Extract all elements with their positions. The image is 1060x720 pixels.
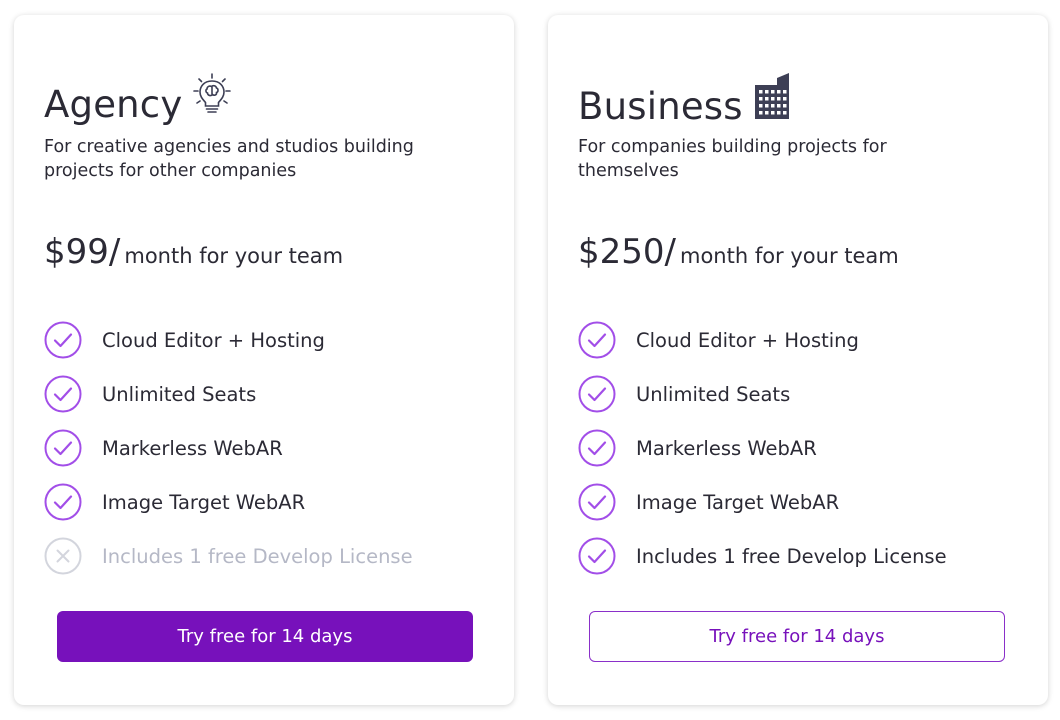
check-circle-icon bbox=[578, 375, 616, 413]
plan-title: Business bbox=[578, 85, 743, 128]
plan-price-suffix: month for your team bbox=[679, 244, 899, 268]
plan-description: For creative agencies and studios buildi… bbox=[44, 137, 414, 181]
feature-list: Cloud Editor + Hosting Unlimited Seats M… bbox=[578, 313, 947, 583]
plan-price: $250/ bbox=[578, 232, 676, 272]
check-circle-icon bbox=[44, 321, 82, 359]
feature-item: Includes 1 free Develop License bbox=[578, 529, 947, 583]
feature-item: Image Target WebAR bbox=[44, 475, 413, 529]
plan-title-row: Agency bbox=[44, 73, 232, 129]
plan-price-suffix: month for your team bbox=[124, 244, 344, 268]
plan-price: $99/ bbox=[44, 232, 121, 272]
feature-item: Unlimited Seats bbox=[578, 367, 947, 421]
check-circle-icon bbox=[578, 483, 616, 521]
check-circle-icon bbox=[44, 375, 82, 413]
x-circle-icon bbox=[44, 537, 82, 575]
feature-item: Image Target WebAR bbox=[578, 475, 947, 529]
office-building-icon bbox=[753, 73, 791, 123]
try-free-button[interactable]: Try free for 14 days bbox=[589, 611, 1005, 662]
lightbulb-icon bbox=[192, 73, 232, 121]
feature-item: Cloud Editor + Hosting bbox=[578, 313, 947, 367]
check-circle-icon bbox=[44, 429, 82, 467]
plan-price-row: $250/ month for your team bbox=[578, 230, 899, 274]
check-circle-icon bbox=[578, 321, 616, 359]
feature-label: Markerless WebAR bbox=[102, 436, 283, 460]
check-circle-icon bbox=[578, 537, 616, 575]
feature-item-disabled: Includes 1 free Develop License bbox=[44, 529, 413, 583]
feature-label: Cloud Editor + Hosting bbox=[102, 328, 325, 352]
feature-label: Unlimited Seats bbox=[636, 382, 791, 406]
feature-label: Cloud Editor + Hosting bbox=[636, 328, 859, 352]
plan-card-agency: Agency For creative agencies and studios… bbox=[14, 15, 514, 705]
plan-title: Agency bbox=[44, 83, 183, 126]
plan-title-row: Business bbox=[578, 73, 791, 131]
plan-card-business: Business For companies building projects… bbox=[548, 15, 1048, 705]
feature-label: Image Target WebAR bbox=[636, 490, 840, 514]
feature-list: Cloud Editor + Hosting Unlimited Seats M… bbox=[44, 313, 413, 583]
feature-item: Markerless WebAR bbox=[44, 421, 413, 475]
feature-label: Unlimited Seats bbox=[102, 382, 257, 406]
feature-label: Includes 1 free Develop License bbox=[102, 544, 413, 568]
feature-item: Unlimited Seats bbox=[44, 367, 413, 421]
feature-item: Cloud Editor + Hosting bbox=[44, 313, 413, 367]
check-circle-icon bbox=[44, 483, 82, 521]
plan-price-row: $99/ month for your team bbox=[44, 230, 343, 274]
feature-label: Markerless WebAR bbox=[636, 436, 817, 460]
feature-label: Includes 1 free Develop License bbox=[636, 544, 947, 568]
check-circle-icon bbox=[578, 429, 616, 467]
feature-item: Markerless WebAR bbox=[578, 421, 947, 475]
feature-label: Image Target WebAR bbox=[102, 490, 306, 514]
plan-description: For companies building projects for them… bbox=[578, 137, 887, 181]
try-free-button[interactable]: Try free for 14 days bbox=[57, 611, 473, 662]
